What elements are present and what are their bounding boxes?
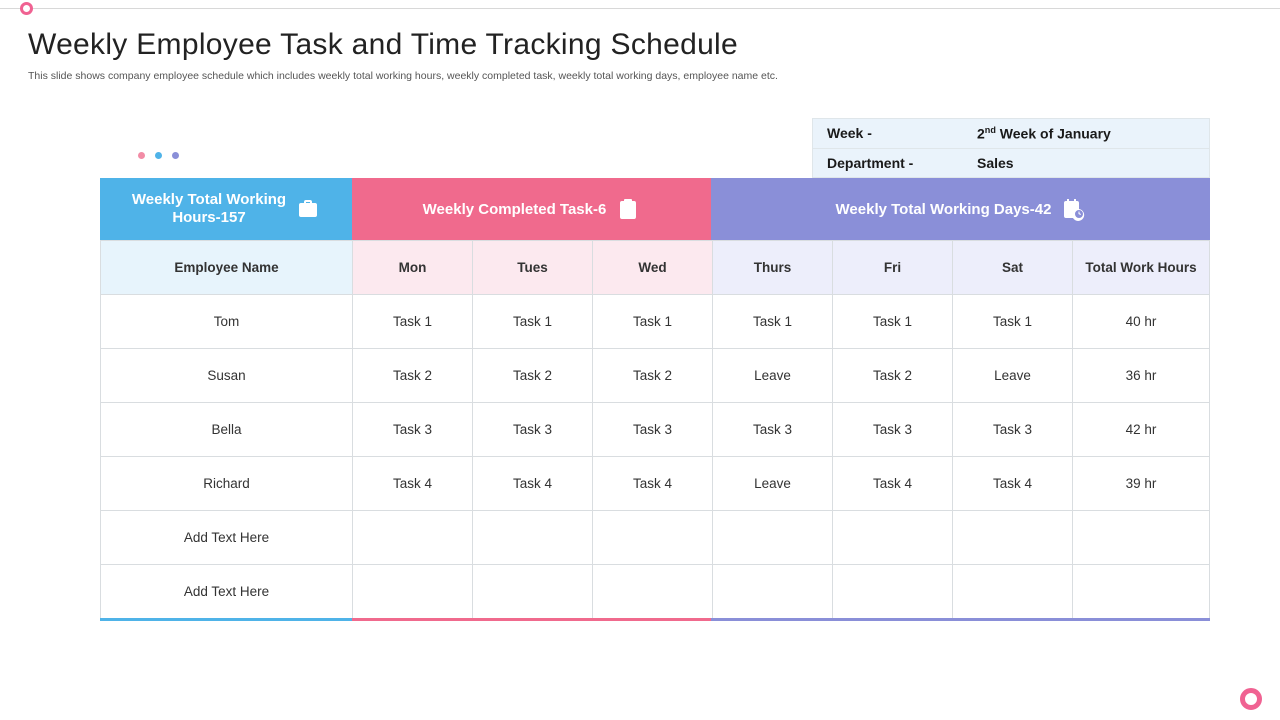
panel-days-label: Weekly Total Working Days-42 bbox=[836, 201, 1052, 218]
table-row: BellaTask 3Task 3Task 3Task 3Task 3Task … bbox=[101, 403, 1210, 457]
table-row: RichardTask 4Task 4Task 4LeaveTask 4Task… bbox=[101, 457, 1210, 511]
cell-tot bbox=[1073, 565, 1210, 619]
page-subtitle: This slide shows company employee schedu… bbox=[28, 70, 1250, 82]
th-total: Total Work Hours bbox=[1073, 241, 1210, 295]
panel-completed-task: Weekly Completed Task-6 bbox=[352, 178, 711, 240]
info-dept-row: Department - Sales bbox=[813, 148, 1209, 177]
cell-tue: Task 2 bbox=[473, 349, 593, 403]
th-employee: Employee Name bbox=[101, 241, 353, 295]
table-header-row: Employee Name Mon Tues Wed Thurs Fri Sat… bbox=[101, 241, 1210, 295]
clipboard-icon bbox=[616, 197, 640, 221]
cell-mon bbox=[353, 511, 473, 565]
info-week-value: 2nd Week of January bbox=[973, 119, 1209, 148]
briefcase-icon bbox=[296, 197, 320, 221]
panel-hours-line1: Weekly Total Working bbox=[132, 191, 286, 209]
cell-name: Richard bbox=[101, 457, 353, 511]
calendar-clock-icon bbox=[1061, 197, 1085, 221]
cell-mon bbox=[353, 565, 473, 619]
bottom-accent bbox=[100, 618, 1210, 621]
info-week-label: Week - bbox=[813, 119, 973, 148]
th-wed: Wed bbox=[593, 241, 713, 295]
table-row: Add Text Here bbox=[101, 511, 1210, 565]
cell-fri: Task 3 bbox=[833, 403, 953, 457]
page-title: Weekly Employee Task and Time Tracking S… bbox=[28, 28, 738, 62]
table-row: TomTask 1Task 1Task 1Task 1Task 1Task 14… bbox=[101, 295, 1210, 349]
cell-sat: Task 4 bbox=[953, 457, 1073, 511]
cell-tue: Task 1 bbox=[473, 295, 593, 349]
cell-tue: Task 4 bbox=[473, 457, 593, 511]
table-row: Add Text Here bbox=[101, 565, 1210, 619]
cell-tot bbox=[1073, 511, 1210, 565]
cell-wed bbox=[593, 511, 713, 565]
cell-thu bbox=[713, 511, 833, 565]
cell-sat: Leave bbox=[953, 349, 1073, 403]
cell-fri bbox=[833, 565, 953, 619]
cell-fri bbox=[833, 511, 953, 565]
th-sat: Sat bbox=[953, 241, 1073, 295]
bottom-right-dot-icon bbox=[1240, 688, 1262, 710]
cell-tot: 40 hr bbox=[1073, 295, 1210, 349]
cell-name: Add Text Here bbox=[101, 511, 353, 565]
cell-sat bbox=[953, 565, 1073, 619]
table-row: SusanTask 2Task 2Task 2LeaveTask 2Leave3… bbox=[101, 349, 1210, 403]
decorative-dots bbox=[138, 152, 179, 159]
cell-mon: Task 4 bbox=[353, 457, 473, 511]
cell-wed: Task 2 bbox=[593, 349, 713, 403]
cell-tot: 36 hr bbox=[1073, 349, 1210, 403]
cell-name: Bella bbox=[101, 403, 353, 457]
cell-tue bbox=[473, 565, 593, 619]
cell-fri: Task 4 bbox=[833, 457, 953, 511]
cell-tot: 39 hr bbox=[1073, 457, 1210, 511]
cell-name: Susan bbox=[101, 349, 353, 403]
cell-thu: Task 3 bbox=[713, 403, 833, 457]
cell-mon: Task 1 bbox=[353, 295, 473, 349]
top-divider bbox=[0, 8, 1280, 9]
top-left-dot-icon bbox=[20, 2, 33, 15]
cell-sat bbox=[953, 511, 1073, 565]
cell-mon: Task 3 bbox=[353, 403, 473, 457]
cell-name: Add Text Here bbox=[101, 565, 353, 619]
cell-mon: Task 2 bbox=[353, 349, 473, 403]
th-thu: Thurs bbox=[713, 241, 833, 295]
cell-sat: Task 3 bbox=[953, 403, 1073, 457]
cell-tue: Task 3 bbox=[473, 403, 593, 457]
panel-working-days: Weekly Total Working Days-42 bbox=[711, 178, 1210, 240]
schedule-table: Employee Name Mon Tues Wed Thurs Fri Sat… bbox=[100, 240, 1210, 619]
cell-wed: Task 1 bbox=[593, 295, 713, 349]
cell-thu: Leave bbox=[713, 457, 833, 511]
th-tue: Tues bbox=[473, 241, 593, 295]
panel-hours-line2: Hours-157 bbox=[132, 209, 286, 227]
info-box: Week - 2nd Week of January Department - … bbox=[812, 118, 1210, 178]
cell-tue bbox=[473, 511, 593, 565]
cell-thu: Task 1 bbox=[713, 295, 833, 349]
cell-wed: Task 3 bbox=[593, 403, 713, 457]
cell-wed bbox=[593, 565, 713, 619]
cell-fri: Task 2 bbox=[833, 349, 953, 403]
cell-thu: Leave bbox=[713, 349, 833, 403]
info-week-row: Week - 2nd Week of January bbox=[813, 119, 1209, 148]
cell-thu bbox=[713, 565, 833, 619]
panel-total-hours: Weekly Total WorkingHours-157 bbox=[100, 178, 352, 240]
info-dept-label: Department - bbox=[813, 149, 973, 177]
info-dept-value: Sales bbox=[973, 149, 1209, 177]
panel-completed-label: Weekly Completed Task-6 bbox=[423, 201, 607, 218]
cell-tot: 42 hr bbox=[1073, 403, 1210, 457]
cell-sat: Task 1 bbox=[953, 295, 1073, 349]
th-mon: Mon bbox=[353, 241, 473, 295]
cell-fri: Task 1 bbox=[833, 295, 953, 349]
cell-name: Tom bbox=[101, 295, 353, 349]
cell-wed: Task 4 bbox=[593, 457, 713, 511]
th-fri: Fri bbox=[833, 241, 953, 295]
summary-strip: Weekly Total WorkingHours-157 Weekly Com… bbox=[100, 178, 1210, 240]
